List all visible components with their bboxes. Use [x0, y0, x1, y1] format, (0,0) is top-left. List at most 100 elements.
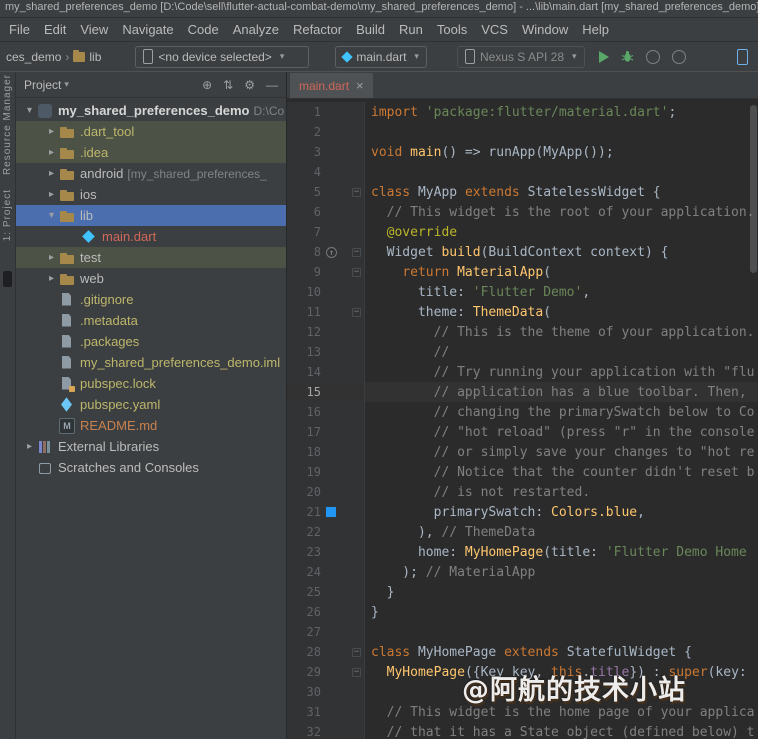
menu-item-help[interactable]: Help — [575, 22, 616, 37]
gutter[interactable]: 20 — [287, 482, 365, 502]
chevron-right-icon[interactable]: ▸ — [44, 189, 59, 200]
gutter[interactable]: 26 — [287, 602, 365, 622]
gutter[interactable]: 2 — [287, 122, 365, 142]
tree-item-pubspec-yaml[interactable]: pubspec.yaml — [16, 394, 286, 415]
fold-marker[interactable]: − — [352, 307, 361, 317]
menu-item-analyze[interactable]: Analyze — [226, 22, 286, 37]
hide-panel-icon[interactable]: — — [266, 78, 278, 92]
chevron-right-icon[interactable]: ▸ — [44, 168, 59, 179]
gutter[interactable]: 16 — [287, 402, 365, 422]
tree-item-my-shared-preferences-demo[interactable]: ▾ my_shared_preferences_demo D:\Co — [16, 100, 286, 121]
code-line[interactable]: 13 // — [287, 342, 758, 362]
code-line[interactable]: 8 ↑ − Widget build(BuildContext context) { — [287, 242, 758, 262]
tree-item-lib[interactable]: ▾ lib — [16, 205, 286, 226]
chevron-down-icon[interactable]: ▾ — [22, 105, 37, 116]
expand-collapse-icon[interactable]: ⇅ — [223, 78, 233, 92]
code-line[interactable]: 16 // changing the primarySwatch below t… — [287, 402, 758, 422]
code-line[interactable]: 6 // This widget is the root of your app… — [287, 202, 758, 222]
menu-item-view[interactable]: View — [73, 22, 115, 37]
tree-item--packages[interactable]: .packages — [16, 331, 286, 352]
menu-item-navigate[interactable]: Navigate — [115, 22, 180, 37]
gutter[interactable]: 5− — [287, 182, 365, 202]
code-line[interactable]: 23 home: MyHomePage(title: 'Flutter Demo… — [287, 542, 758, 562]
gutter[interactable]: 32 — [287, 722, 365, 739]
fold-marker[interactable]: − — [352, 187, 361, 197]
gutter[interactable]: 14 — [287, 362, 365, 382]
gutter[interactable]: 17 — [287, 422, 365, 442]
code-line[interactable]: 9− return MaterialApp( — [287, 262, 758, 282]
code-line[interactable]: 5− class MyApp extends StatelessWidget { — [287, 182, 758, 202]
code-line[interactable]: 7 @override — [287, 222, 758, 242]
gutter[interactable]: 10 — [287, 282, 365, 302]
tree-item-main-dart[interactable]: main.dart — [16, 226, 286, 247]
gear-icon[interactable]: ⚙ — [244, 78, 255, 92]
gutter[interactable]: 25 — [287, 582, 365, 602]
code-line[interactable]: 32 // that it has a State object (define… — [287, 722, 758, 739]
gutter[interactable]: 30 — [287, 682, 365, 702]
chevron-right-icon[interactable]: ▸ — [44, 252, 59, 263]
chevron-right-icon[interactable]: ▸ — [44, 147, 59, 158]
device-selector[interactable]: <no device selected> ▾ — [135, 45, 310, 68]
run-button[interactable] — [598, 50, 609, 63]
gutter[interactable]: 31 — [287, 702, 365, 722]
tree-item-my-shared-preferences-demo-iml[interactable]: my_shared_preferences_demo.iml — [16, 352, 286, 373]
gutter[interactable]: 1 — [287, 102, 365, 122]
gutter[interactable]: 21 — [287, 502, 365, 522]
fold-marker[interactable]: − — [352, 647, 361, 657]
tree-item-web[interactable]: ▸ web — [16, 268, 286, 289]
gutter[interactable]: 6 — [287, 202, 365, 222]
tab-main-dart[interactable]: main.dart × — [290, 73, 373, 98]
locate-file-icon[interactable]: ⊕ — [202, 78, 212, 92]
tree-item--gitignore[interactable]: .gitignore — [16, 289, 286, 310]
device-manager-button[interactable] — [737, 48, 748, 65]
gutter[interactable]: 18 — [287, 442, 365, 462]
code-line[interactable]: 11 − theme: ThemeData( — [287, 302, 758, 322]
tree-item-scratches-and-consoles[interactable]: Scratches and Consoles — [16, 457, 286, 478]
code-line[interactable]: 28 − class MyHomePage extends StatefulWidg… — [287, 642, 758, 662]
breadcrumb-folder[interactable]: lib — [89, 50, 101, 64]
gutter[interactable]: 3 — [287, 142, 365, 162]
menu-item-build[interactable]: Build — [349, 22, 392, 37]
fold-marker[interactable]: − — [352, 267, 361, 277]
code-line[interactable]: 19 // Notice that the counter didn't res… — [287, 462, 758, 482]
fold-marker[interactable]: − — [352, 247, 361, 257]
attach-debugger-button[interactable] — [671, 49, 686, 64]
chevron-right-icon[interactable]: ▸ — [22, 441, 37, 452]
tree-item-readme-md[interactable]: README.md — [16, 415, 286, 436]
tree-item--idea[interactable]: ▸ .idea — [16, 142, 286, 163]
gutter[interactable]: 12 — [287, 322, 365, 342]
tree-item-pubspec-lock[interactable]: pubspec.lock — [16, 373, 286, 394]
code-line[interactable]: 15 // application has a blue toolbar. Th… — [287, 382, 758, 402]
gutter[interactable]: 4 — [287, 162, 365, 182]
menu-item-window[interactable]: Window — [515, 22, 575, 37]
chevron-down-icon[interactable]: ▾ — [44, 210, 59, 221]
avd-selector[interactable]: Nexus S API 28 ▾ — [456, 45, 585, 68]
gutter[interactable]: 15 — [287, 382, 365, 402]
gutter[interactable]: 24 — [287, 562, 365, 582]
chevron-right-icon[interactable]: ▸ — [44, 126, 59, 137]
profiler-button[interactable] — [645, 49, 660, 64]
menu-item-vcs[interactable]: VCS — [474, 22, 515, 37]
gutter[interactable]: 7 — [287, 222, 365, 242]
code-line[interactable]: 25 } — [287, 582, 758, 602]
scrollbar-thumb[interactable] — [750, 105, 757, 273]
code-line[interactable]: 27 — [287, 622, 758, 642]
tree-item-test[interactable]: ▸ test — [16, 247, 286, 268]
gutter[interactable]: 8 ↑ − — [287, 242, 365, 262]
tool-window-stub-icon[interactable] — [3, 271, 12, 288]
tree-item-android[interactable]: ▸ android [my_shared_preferences_ — [16, 163, 286, 184]
breadcrumb-project[interactable]: ces_demo — [6, 50, 61, 64]
code-line[interactable]: 22 ), // ThemeData — [287, 522, 758, 542]
code-line[interactable]: 21 primarySwatch: Colors.blue, — [287, 502, 758, 522]
menu-item-file[interactable]: File — [2, 22, 37, 37]
tree-item--dart-tool[interactable]: ▸ .dart_tool — [16, 121, 286, 142]
run-config-selector[interactable]: main.dart ▾ — [335, 45, 427, 68]
tool-window-button-resource-manager[interactable]: Resource Manager — [2, 74, 13, 175]
debug-button[interactable] — [621, 50, 634, 63]
tool-window-button-project[interactable]: 1: Project — [2, 189, 13, 241]
gutter[interactable]: 13 — [287, 342, 365, 362]
code-line[interactable]: 26} — [287, 602, 758, 622]
panel-title[interactable]: Project — [24, 78, 61, 92]
gutter[interactable]: 29 − — [287, 662, 365, 682]
menu-item-code[interactable]: Code — [181, 22, 226, 37]
